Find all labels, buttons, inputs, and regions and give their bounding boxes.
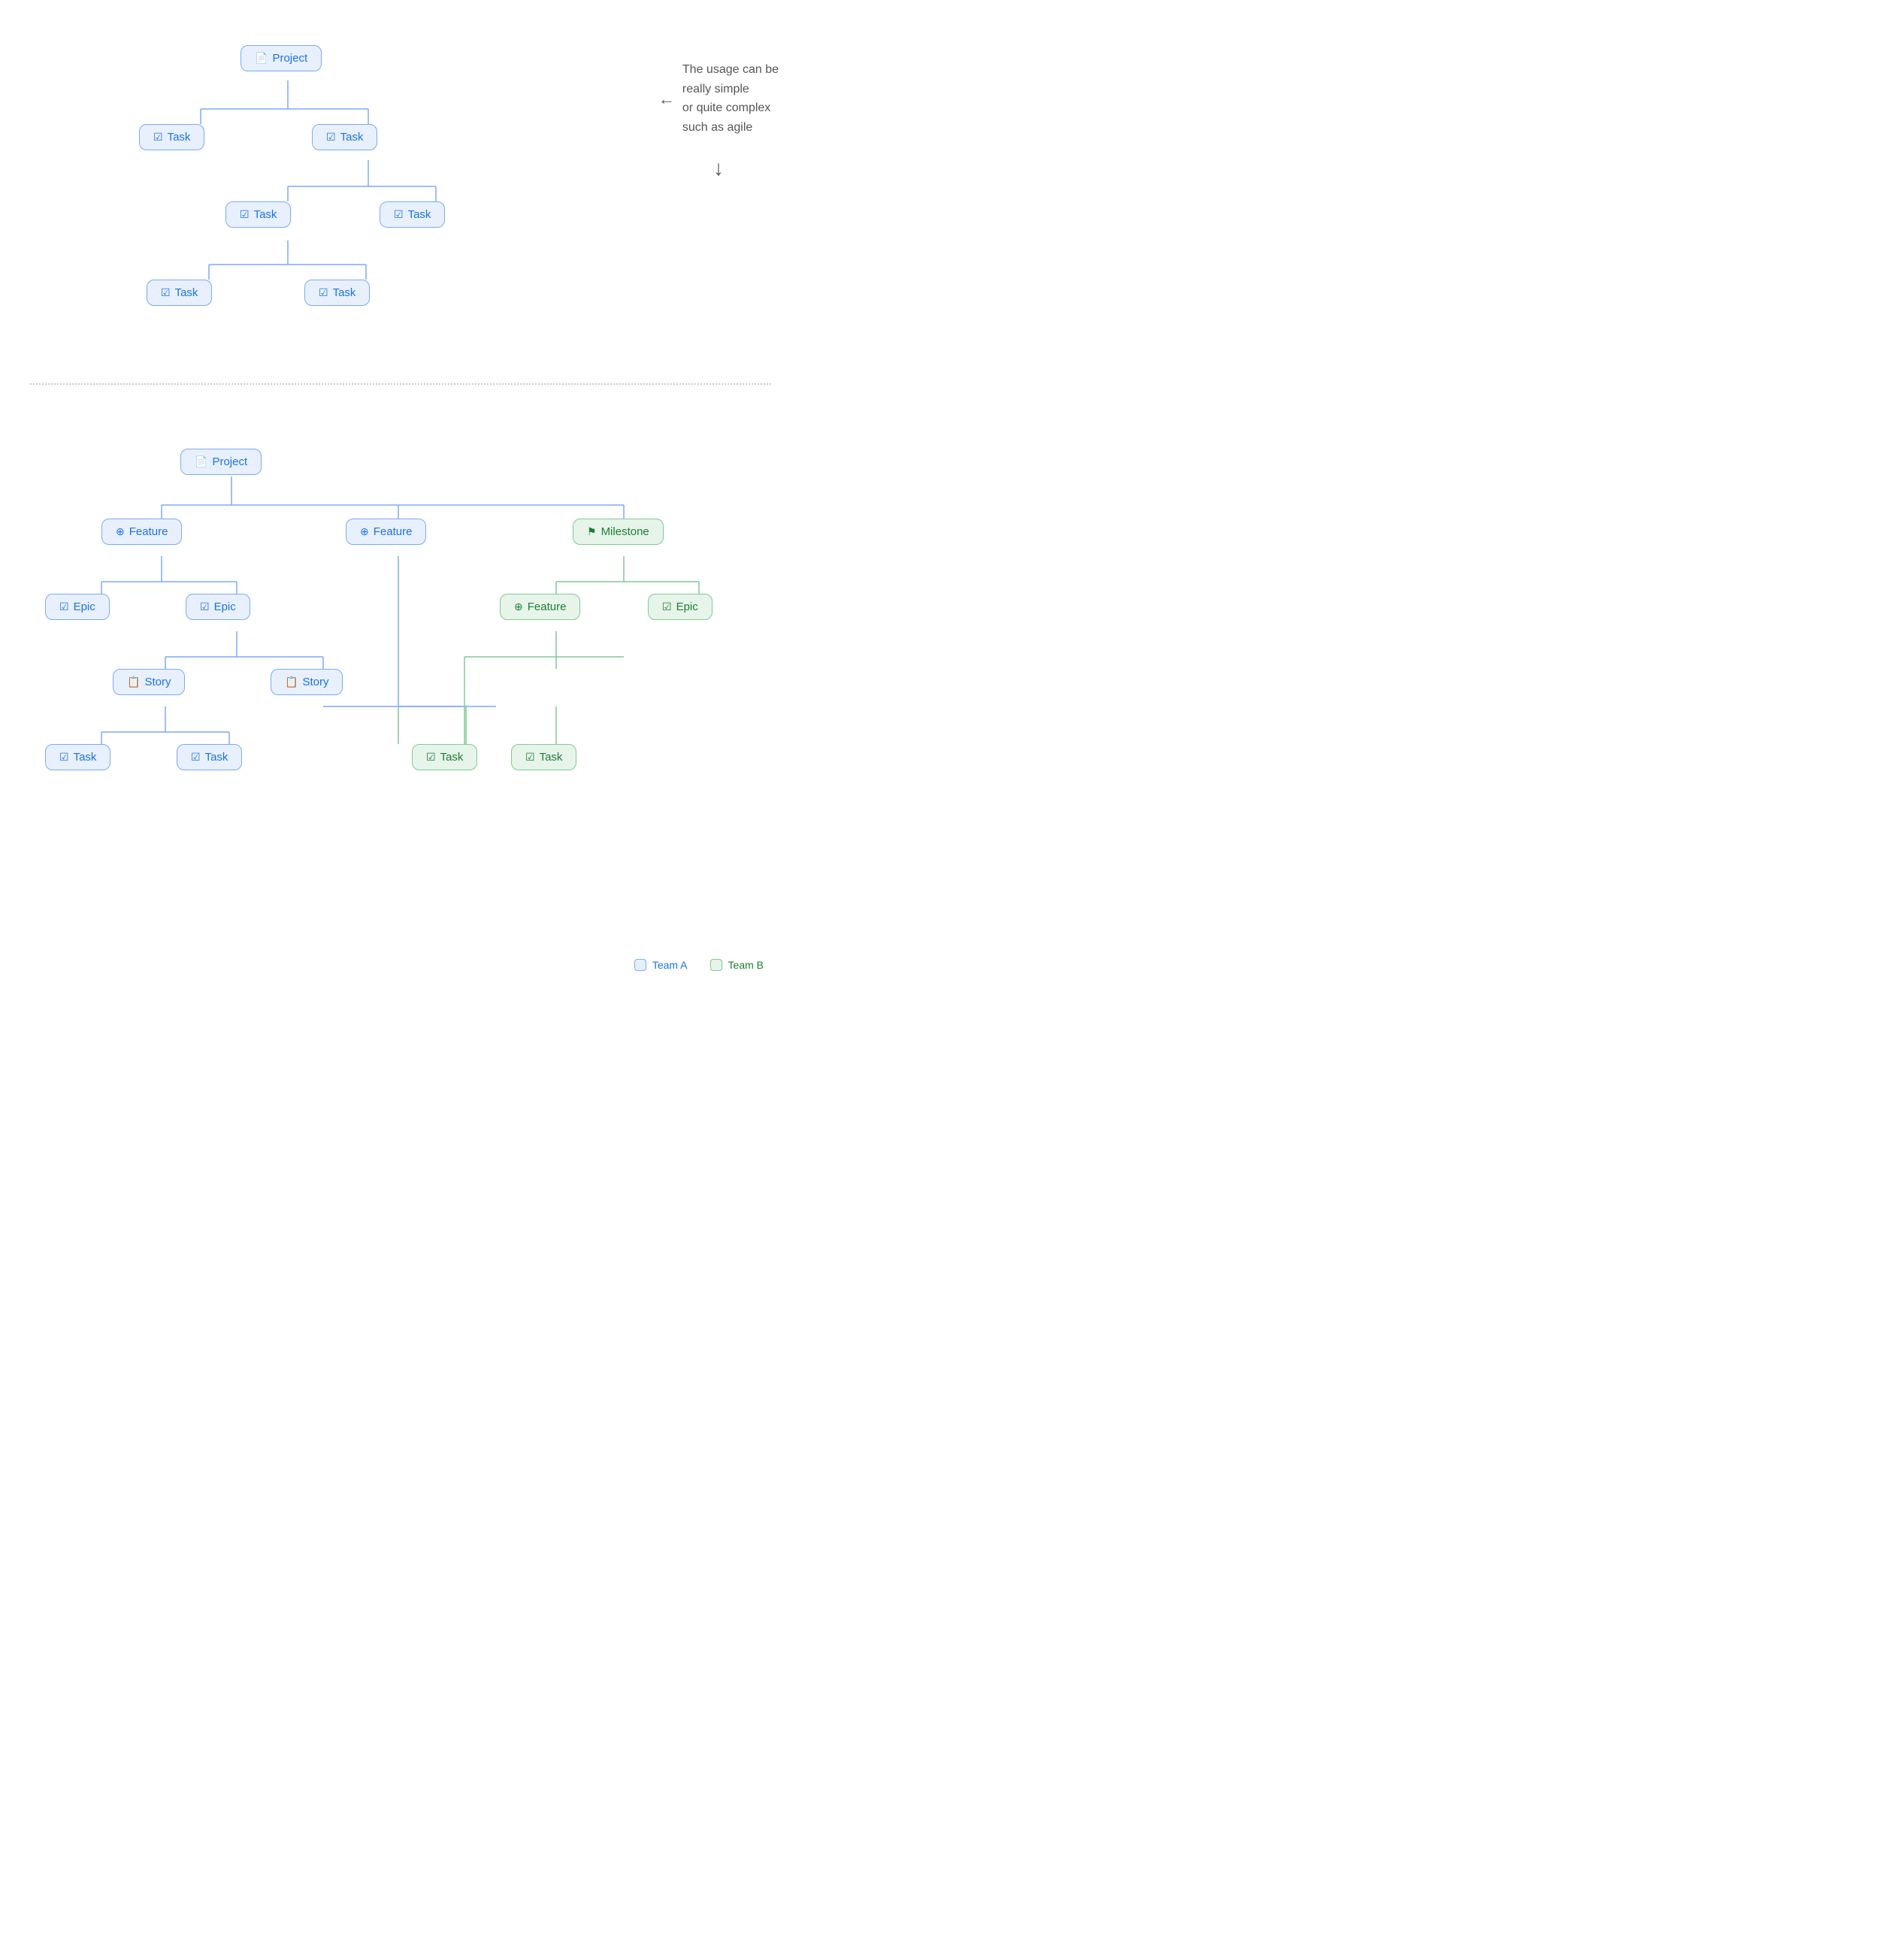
d2-task3-node: ☑ Task — [412, 744, 477, 770]
feature2-label: Feature — [374, 525, 413, 538]
story1-label: Story — [144, 676, 171, 688]
feature1-icon: ⊕ — [116, 525, 125, 538]
d1-task2-node: ☑ Task — [312, 124, 377, 150]
annotation-line3: or quite complex — [682, 98, 779, 118]
d1-task5-node: ☑ Task — [147, 280, 212, 306]
d2-project-node: 📄 Project — [180, 449, 262, 475]
epic2-label: Epic — [214, 600, 236, 613]
d2-epic2-node: ☑ Epic — [186, 594, 250, 620]
d2-epic3-node: ☑ Epic — [648, 594, 712, 620]
project-label: Project — [272, 52, 307, 65]
feature3-label: Feature — [528, 600, 567, 613]
legend-team-a-label: Team A — [652, 959, 688, 971]
d2-story2-node: 📋 Story — [271, 669, 343, 695]
d2-task4-node: ☑ Task — [511, 744, 576, 770]
d2-project-icon: 📄 — [195, 455, 207, 468]
annotation-line4: such as agile — [682, 118, 779, 138]
epic1-label: Epic — [74, 600, 95, 613]
story2-icon: 📋 — [285, 676, 298, 688]
d2-task2-node: ☑ Task — [177, 744, 242, 770]
story1-icon: 📋 — [127, 676, 140, 688]
diagram-complex: 📄 Project ⊕ Feature ⊕ Feature ⚑ Mileston… — [0, 407, 801, 994]
d2-task1-node: ☑ Task — [45, 744, 110, 770]
feature1-label: Feature — [129, 525, 168, 538]
d1-project-node: 📄 Project — [241, 45, 322, 71]
task2-icon: ☑ — [326, 131, 336, 144]
d1-task1-node: ☑ Task — [139, 124, 204, 150]
task1-icon: ☑ — [153, 131, 163, 144]
task4-icon: ☑ — [525, 751, 535, 764]
task1-label: Task — [168, 131, 191, 144]
diagram2-connectors — [0, 407, 801, 994]
legend-team-b: Team B — [710, 959, 764, 971]
milestone-label: Milestone — [601, 525, 649, 538]
d2-feature2-node: ⊕ Feature — [346, 519, 426, 545]
d1-task3-node: ☑ Task — [225, 201, 291, 228]
task3-icon: ☑ — [240, 208, 250, 221]
d1-task4-node: ☑ Task — [380, 201, 445, 228]
task3-icon: ☑ — [426, 751, 436, 764]
project-icon: 📄 — [255, 52, 268, 65]
d2-project-label: Project — [212, 455, 247, 468]
section-divider — [30, 383, 771, 385]
task6-label: Task — [333, 286, 356, 299]
task4-label: Task — [540, 751, 563, 764]
annotation-line1: The usage can be — [682, 60, 779, 80]
epic1-icon: ☑ — [59, 600, 69, 613]
task2-label: Task — [340, 131, 364, 144]
d2-task2-icon: ☑ — [191, 751, 201, 764]
d2-epic1-node: ☑ Epic — [45, 594, 110, 620]
feature3-icon: ⊕ — [514, 600, 523, 613]
legend-box-green — [710, 959, 722, 971]
task4-label: Task — [408, 208, 431, 221]
d2-feature3-node: ⊕ Feature — [500, 594, 580, 620]
annotation: ← The usage can be really simple or quit… — [658, 60, 779, 186]
annotation-line2: really simple — [682, 80, 779, 99]
d2-task2-label: Task — [205, 751, 228, 764]
diagram-simple: 📄 Project ☑ Task ☑ Task ☑ Task ☑ Task ☑ … — [0, 0, 801, 361]
epic3-icon: ☑ — [662, 600, 672, 613]
d2-story1-node: 📋 Story — [113, 669, 185, 695]
milestone-icon: ⚑ — [587, 525, 597, 538]
task6-icon: ☑ — [319, 286, 328, 299]
task4-icon: ☑ — [394, 208, 404, 221]
story2-label: Story — [302, 676, 328, 688]
task3-label: Task — [254, 208, 277, 221]
legend: Team A Team B — [634, 959, 764, 971]
task5-label: Task — [175, 286, 198, 299]
legend-team-b-label: Team B — [728, 959, 764, 971]
legend-team-a: Team A — [634, 959, 688, 971]
epic2-icon: ☑ — [200, 600, 210, 613]
d2-feature1-node: ⊕ Feature — [101, 519, 182, 545]
epic3-label: Epic — [676, 600, 698, 613]
feature2-icon: ⊕ — [360, 525, 369, 538]
legend-box-blue — [634, 959, 646, 971]
d1-task6-node: ☑ Task — [304, 280, 370, 306]
task3-label: Task — [440, 751, 464, 764]
d2-task1-label: Task — [74, 751, 97, 764]
d2-task1-icon: ☑ — [59, 751, 69, 764]
d2-milestone-node: ⚑ Milestone — [573, 519, 664, 545]
task5-icon: ☑ — [161, 286, 171, 299]
